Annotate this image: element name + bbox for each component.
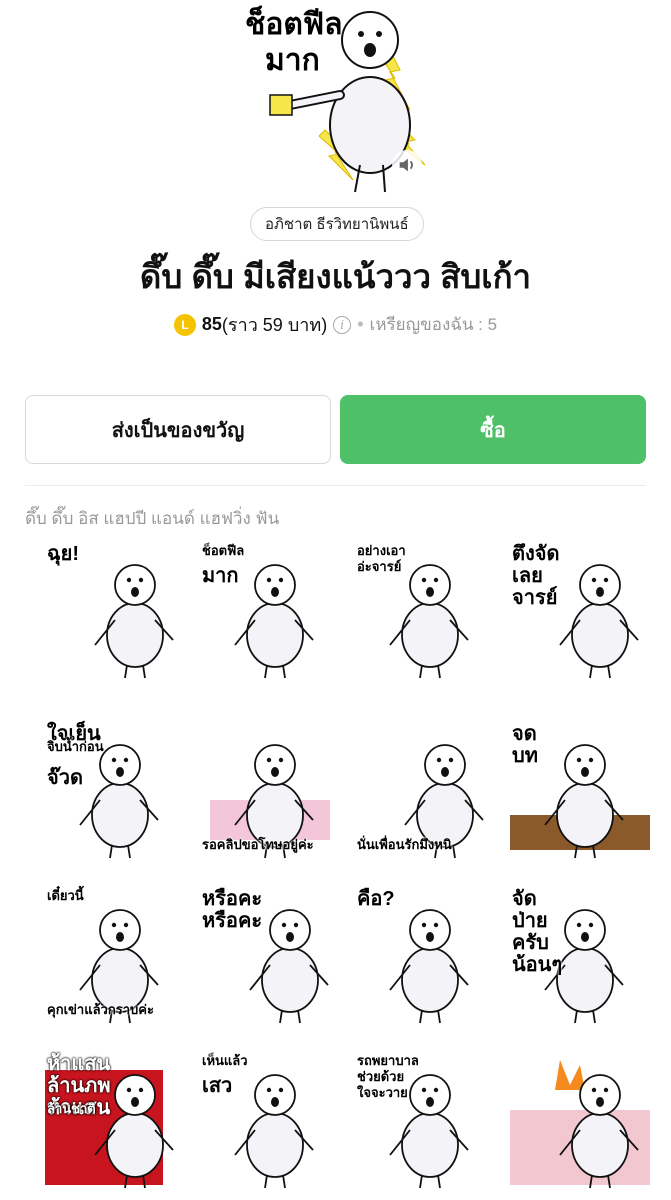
sticker-caption: อ่ะจารย์ <box>357 559 402 574</box>
price-row: L 85 (ราว 59 บาท) i • เหรียญของฉัน : 5 <box>0 310 671 339</box>
sticker-character <box>234 1074 314 1189</box>
sticker-item[interactable]: รถพยาบาล ช่วยด้วย ใจจะวาย <box>355 1050 495 1190</box>
section-title: ดึ๊บ ดึ๊บ อิส แฮปปี แอนด์ แฮฟวิ่ง ฟัน <box>25 509 280 528</box>
sticker-caption: ห้าแสน <box>47 1053 111 1075</box>
speaker-icon <box>399 158 413 172</box>
sticker-caption: หรือคะ <box>202 910 263 932</box>
sticker-item[interactable]: ห้าแสน ล้านภพ ห้าแสน ล้านชาติ <box>45 1050 185 1190</box>
sticker-item[interactable]: อย่างเอา อ่ะจารย์ <box>355 540 495 680</box>
sticker-item[interactable]: เดี๋ยวนี้คุกเข่าแล้วกราบค่ะ <box>45 885 185 1025</box>
sticker-caption: บท <box>512 745 538 767</box>
author-chip[interactable]: อภิชาต ธีรวิทยานิพนธ์ <box>250 207 424 241</box>
sticker-caption: เห็นแล้ว <box>202 1053 248 1068</box>
info-icon[interactable]: i <box>333 315 352 334</box>
sticker-item[interactable]: หรือคะ หรือคะ <box>200 885 340 1025</box>
sticker-item[interactable] <box>510 1050 650 1190</box>
sticker-caption: ล้านชาติ <box>47 1101 96 1116</box>
sticker-item[interactable]: นั่นเพื่อนรักมึงหนิ <box>355 720 495 860</box>
sticker-character <box>234 564 314 679</box>
sticker-caption: จิบน้ำก่อน <box>47 739 104 754</box>
sticker-caption: จัด <box>512 888 537 910</box>
sticker-caption: นั่นเพื่อนรักมึงหนิ <box>357 837 452 852</box>
sticker-caption: เดี๋ยวนี้ <box>47 888 84 903</box>
sticker-item[interactable]: ช็อตฟีลมาก <box>200 540 340 680</box>
sticker-caption: เลย <box>512 565 543 587</box>
sticker-item[interactable]: คือ? <box>355 885 495 1025</box>
sticker-item[interactable]: เห็นแล้วเสว <box>200 1050 340 1190</box>
sticker-caption: ตึงจัด <box>512 543 560 565</box>
sticker-caption: จารย์ <box>512 587 558 609</box>
sticker-character <box>510 1060 650 1189</box>
sound-button[interactable] <box>392 150 422 180</box>
sticker-item[interactable]: รอคลิปขอโทษอยู่ค่ะ <box>200 720 340 860</box>
sticker-caption: รถพยาบาล <box>357 1053 419 1068</box>
send-as-gift-button[interactable]: ส่งเป็นของขวัญ <box>25 395 331 464</box>
sticker-caption: มาก <box>202 565 239 587</box>
sticker-caption: ล้านภพ <box>47 1075 111 1097</box>
sticker-item[interactable]: ตึงจัด เลย จารย์ <box>510 540 650 680</box>
sticker-caption: ฉุย! <box>47 543 80 565</box>
sticker-item[interactable]: จัด ป่าย ครับ น้อนๆ <box>510 885 650 1025</box>
my-coins-balance: เหรียญของฉัน : 5 <box>369 315 498 334</box>
sticker-caption: ป่าย <box>512 910 548 932</box>
sticker-caption: เสว <box>202 1075 233 1097</box>
price-amount: 85 <box>201 314 222 334</box>
sticker-caption: หรือคะ <box>202 888 263 910</box>
sticker-caption: จ๊วด <box>47 767 83 789</box>
page-title: ดึ๊บ ดึ๊บ มีเสียงแน้ววว สิบเก้า <box>139 258 532 295</box>
sticker-caption: อย่างเอา <box>357 543 406 558</box>
sticker-caption: รอคลิปขอโทษอยู่ค่ะ <box>202 837 314 852</box>
sticker-caption: ช็อตฟีล <box>202 543 245 558</box>
sticker-caption: จด <box>512 723 537 745</box>
sticker-caption: ช่วยด้วย <box>357 1069 405 1084</box>
sticker-caption: น้อนๆ <box>512 954 563 976</box>
sticker-item[interactable]: จด บท <box>510 720 650 860</box>
coin-icon: L <box>173 313 196 336</box>
sticker-item[interactable]: ฉุย! <box>45 540 185 680</box>
price-approx: (ราว 59 บาท) <box>221 315 328 335</box>
sticker-item[interactable]: ใจเย็น จิบน้ำก่อน จ๊วด <box>45 720 185 860</box>
sticker-caption: ใจจะวาย <box>357 1085 408 1100</box>
separator-dot: • <box>357 314 364 334</box>
divider <box>25 485 646 486</box>
buy-button[interactable]: ซื้อ <box>340 395 646 464</box>
sticker-caption: คุกเข่าแล้วกราบค่ะ <box>47 1002 154 1017</box>
sticker-caption: ครับ <box>512 932 549 954</box>
hero-caption-line2: มาก <box>265 44 320 77</box>
sticker-caption: คือ? <box>357 888 395 910</box>
hero-caption-line1: ช็อตฟีล <box>245 8 343 41</box>
